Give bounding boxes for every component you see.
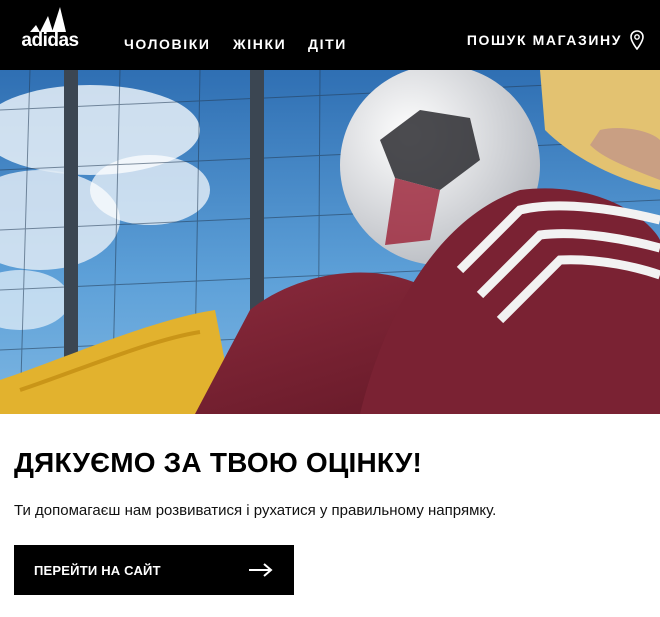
nav-item-kids[interactable]: ДІТИ [308,36,347,52]
page-title: ДЯКУЄМО ЗА ТВОЮ ОЦІНКУ! [14,447,423,478]
arrow-right-icon [249,563,273,577]
map-pin-icon [630,30,644,50]
logo-wordmark: adidas [21,30,79,51]
hero-image [0,70,660,414]
header-bar: adidas ЧОЛОВІКИ ЖІНКИ ДІТИ ПОШУК МАГАЗИН… [0,0,660,70]
store-locator-label: ПОШУК МАГАЗИНУ [466,32,622,48]
page-subtitle: Ти допомагаєш нам розвиватися і рухатися… [14,502,497,519]
adidas-logo[interactable]: adidas [14,6,86,54]
go-to-site-label: ПЕРЕЙТИ НА САЙТ [34,562,161,578]
adidas-stripes-icon [30,7,66,32]
nav-item-women[interactable]: ЖІНКИ [233,36,286,52]
go-to-site-button[interactable]: ПЕРЕЙТИ НА САЙТ [14,545,294,595]
nav-item-men[interactable]: ЧОЛОВІКИ [124,36,211,52]
store-locator-link[interactable]: ПОШУК МАГАЗИНУ [467,30,644,50]
